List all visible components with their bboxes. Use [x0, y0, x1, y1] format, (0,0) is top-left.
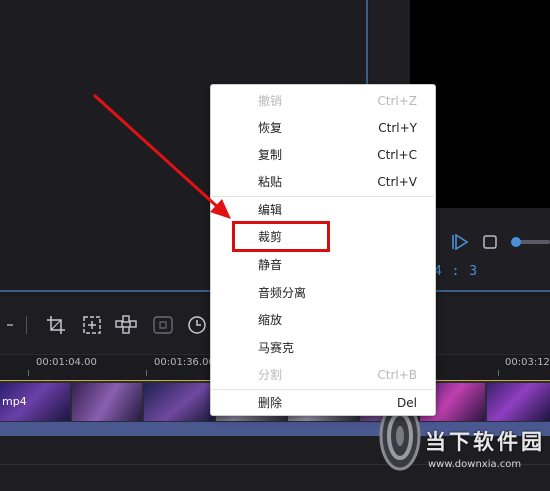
- red-arrow-icon: [92, 93, 231, 219]
